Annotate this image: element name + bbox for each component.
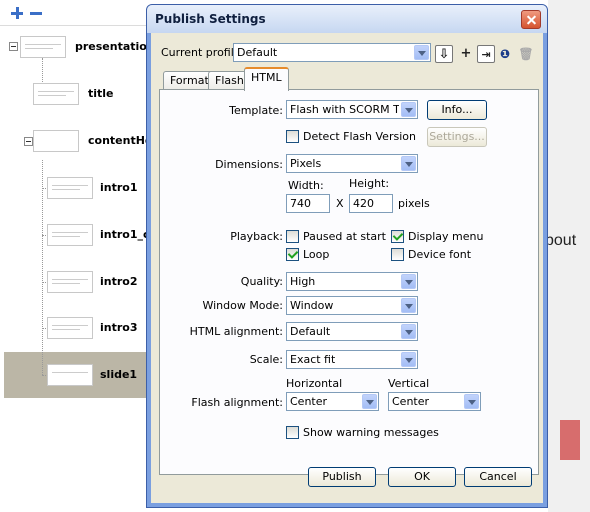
tab-html[interactable]: HTML bbox=[244, 67, 289, 91]
playback-label: Playback: bbox=[230, 230, 283, 243]
slide-thumbnail bbox=[47, 317, 93, 339]
tree-toolbar bbox=[0, 0, 160, 26]
slide-tree-panel: presentation title contentHea intro1 int… bbox=[0, 0, 160, 512]
vertical-label: Vertical bbox=[388, 377, 430, 390]
device-font-checkbox[interactable] bbox=[391, 248, 404, 261]
collapse-all-icon[interactable] bbox=[30, 12, 42, 15]
slide-thumbnail bbox=[20, 36, 66, 58]
scale-label: Scale: bbox=[249, 353, 283, 366]
chevron-down-icon bbox=[401, 298, 416, 313]
cancel-button[interactable]: Cancel bbox=[464, 467, 532, 487]
slide-thumbnail bbox=[47, 177, 93, 199]
vertical-align-value: Center bbox=[392, 395, 430, 408]
tab-label: Flash bbox=[215, 74, 244, 87]
tree-item-label: presentation bbox=[75, 40, 155, 53]
tab-label: HTML bbox=[251, 71, 282, 84]
slide-thumbnail bbox=[47, 271, 93, 293]
pixels-unit-label: pixels bbox=[398, 197, 430, 210]
profile-label: Current profile: bbox=[161, 46, 245, 59]
vertical-align-select[interactable]: Center bbox=[388, 392, 481, 411]
slide-thumbnail bbox=[33, 83, 79, 105]
profile-info-icon[interactable]: ❶ bbox=[496, 45, 514, 63]
publish-settings-dialog: Publish Settings Current profile: Defaul… bbox=[146, 4, 548, 508]
collapse-toggle-icon[interactable] bbox=[24, 137, 33, 146]
template-label: Template: bbox=[229, 104, 283, 117]
publish-button[interactable]: Publish bbox=[308, 467, 376, 487]
scale-value: Exact fit bbox=[290, 353, 336, 366]
profile-select[interactable]: Default bbox=[233, 43, 431, 62]
tree-item-label: intro3 bbox=[100, 321, 138, 334]
horizontal-label: Horizontal bbox=[286, 377, 343, 390]
width-input[interactable]: 740 bbox=[286, 194, 330, 213]
duplicate-profile-icon[interactable]: ⇥ bbox=[477, 45, 495, 63]
paused-at-start-label: Paused at start bbox=[303, 230, 386, 243]
dialog-body: Current profile: Default ⇩ + ⇥ ❶ 🗑 Forma… bbox=[151, 33, 543, 503]
slide-thumbnail bbox=[47, 364, 93, 386]
display-menu-checkbox[interactable] bbox=[391, 230, 404, 243]
dimensions-label: Dimensions: bbox=[215, 158, 283, 171]
chevron-down-icon bbox=[401, 102, 416, 117]
chevron-down-icon bbox=[414, 45, 429, 60]
tree-item-label: intro2 bbox=[100, 275, 138, 288]
import-export-icon[interactable]: ⇩ bbox=[435, 45, 453, 63]
dimensions-select[interactable]: Pixels bbox=[286, 154, 418, 173]
display-menu-label: Display menu bbox=[408, 230, 484, 243]
height-label: Height: bbox=[349, 177, 390, 190]
flash-alignment-label: Flash alignment: bbox=[191, 396, 283, 409]
add-profile-icon[interactable]: + bbox=[457, 45, 475, 63]
scale-select[interactable]: Exact fit bbox=[286, 350, 418, 369]
chevron-down-icon bbox=[401, 324, 416, 339]
info-button[interactable]: Info... bbox=[427, 100, 487, 120]
window-mode-select[interactable]: Window bbox=[286, 296, 418, 315]
show-warnings-label: Show warning messages bbox=[303, 426, 439, 439]
loop-checkbox[interactable] bbox=[286, 248, 299, 261]
window-mode-label: Window Mode: bbox=[202, 299, 283, 312]
ok-button[interactable]: OK bbox=[388, 467, 456, 487]
delete-profile-icon: 🗑 bbox=[518, 47, 534, 61]
horizontal-align-value: Center bbox=[290, 395, 328, 408]
tree-item-label: slide1 bbox=[100, 368, 138, 381]
dialog-title: Publish Settings bbox=[155, 12, 266, 26]
detect-flash-label: Detect Flash Version bbox=[303, 130, 416, 143]
html-alignment-select[interactable]: Default bbox=[286, 322, 418, 341]
background-partial-text: bout bbox=[545, 232, 577, 249]
horizontal-align-select[interactable]: Center bbox=[286, 392, 379, 411]
tree-connector bbox=[42, 160, 43, 375]
html-alignment-value: Default bbox=[290, 325, 331, 338]
slide-thumbnail bbox=[47, 224, 93, 246]
slide-thumbnail bbox=[33, 130, 79, 152]
dimension-x-label: X bbox=[336, 197, 344, 210]
html-alignment-label: HTML alignment: bbox=[189, 325, 283, 338]
window-mode-value: Window bbox=[290, 299, 334, 312]
quality-label: Quality: bbox=[240, 275, 283, 288]
close-icon[interactable] bbox=[521, 10, 541, 29]
tree-item-label: title bbox=[88, 87, 114, 100]
device-font-label: Device font bbox=[408, 248, 472, 261]
html-tab-panel: Template: Flash with SCORM Track Info...… bbox=[159, 89, 539, 475]
template-value: Flash with SCORM Track bbox=[290, 103, 399, 116]
chevron-down-icon bbox=[464, 394, 479, 409]
template-select[interactable]: Flash with SCORM Track bbox=[286, 100, 418, 119]
dimensions-value: Pixels bbox=[290, 157, 322, 170]
settings-button: Settings... bbox=[427, 127, 487, 147]
background-red-block bbox=[560, 420, 580, 460]
chevron-down-icon bbox=[401, 352, 416, 367]
tree-item-label: intro1 bbox=[100, 181, 138, 194]
detect-flash-checkbox[interactable] bbox=[286, 130, 299, 143]
show-warnings-checkbox[interactable] bbox=[286, 426, 299, 439]
expand-all-icon[interactable] bbox=[11, 7, 23, 19]
dialog-titlebar[interactable]: Publish Settings bbox=[147, 5, 547, 33]
chevron-down-icon bbox=[362, 394, 377, 409]
loop-label: Loop bbox=[303, 248, 330, 261]
profile-value: Default bbox=[237, 46, 278, 59]
collapse-toggle-icon[interactable] bbox=[9, 42, 18, 51]
quality-select[interactable]: High bbox=[286, 272, 418, 291]
chevron-down-icon bbox=[401, 156, 416, 171]
width-label: Width: bbox=[288, 179, 324, 192]
quality-value: High bbox=[290, 275, 316, 288]
height-input[interactable]: 420 bbox=[349, 194, 393, 213]
chevron-down-icon bbox=[401, 274, 416, 289]
paused-at-start-checkbox[interactable] bbox=[286, 230, 299, 243]
